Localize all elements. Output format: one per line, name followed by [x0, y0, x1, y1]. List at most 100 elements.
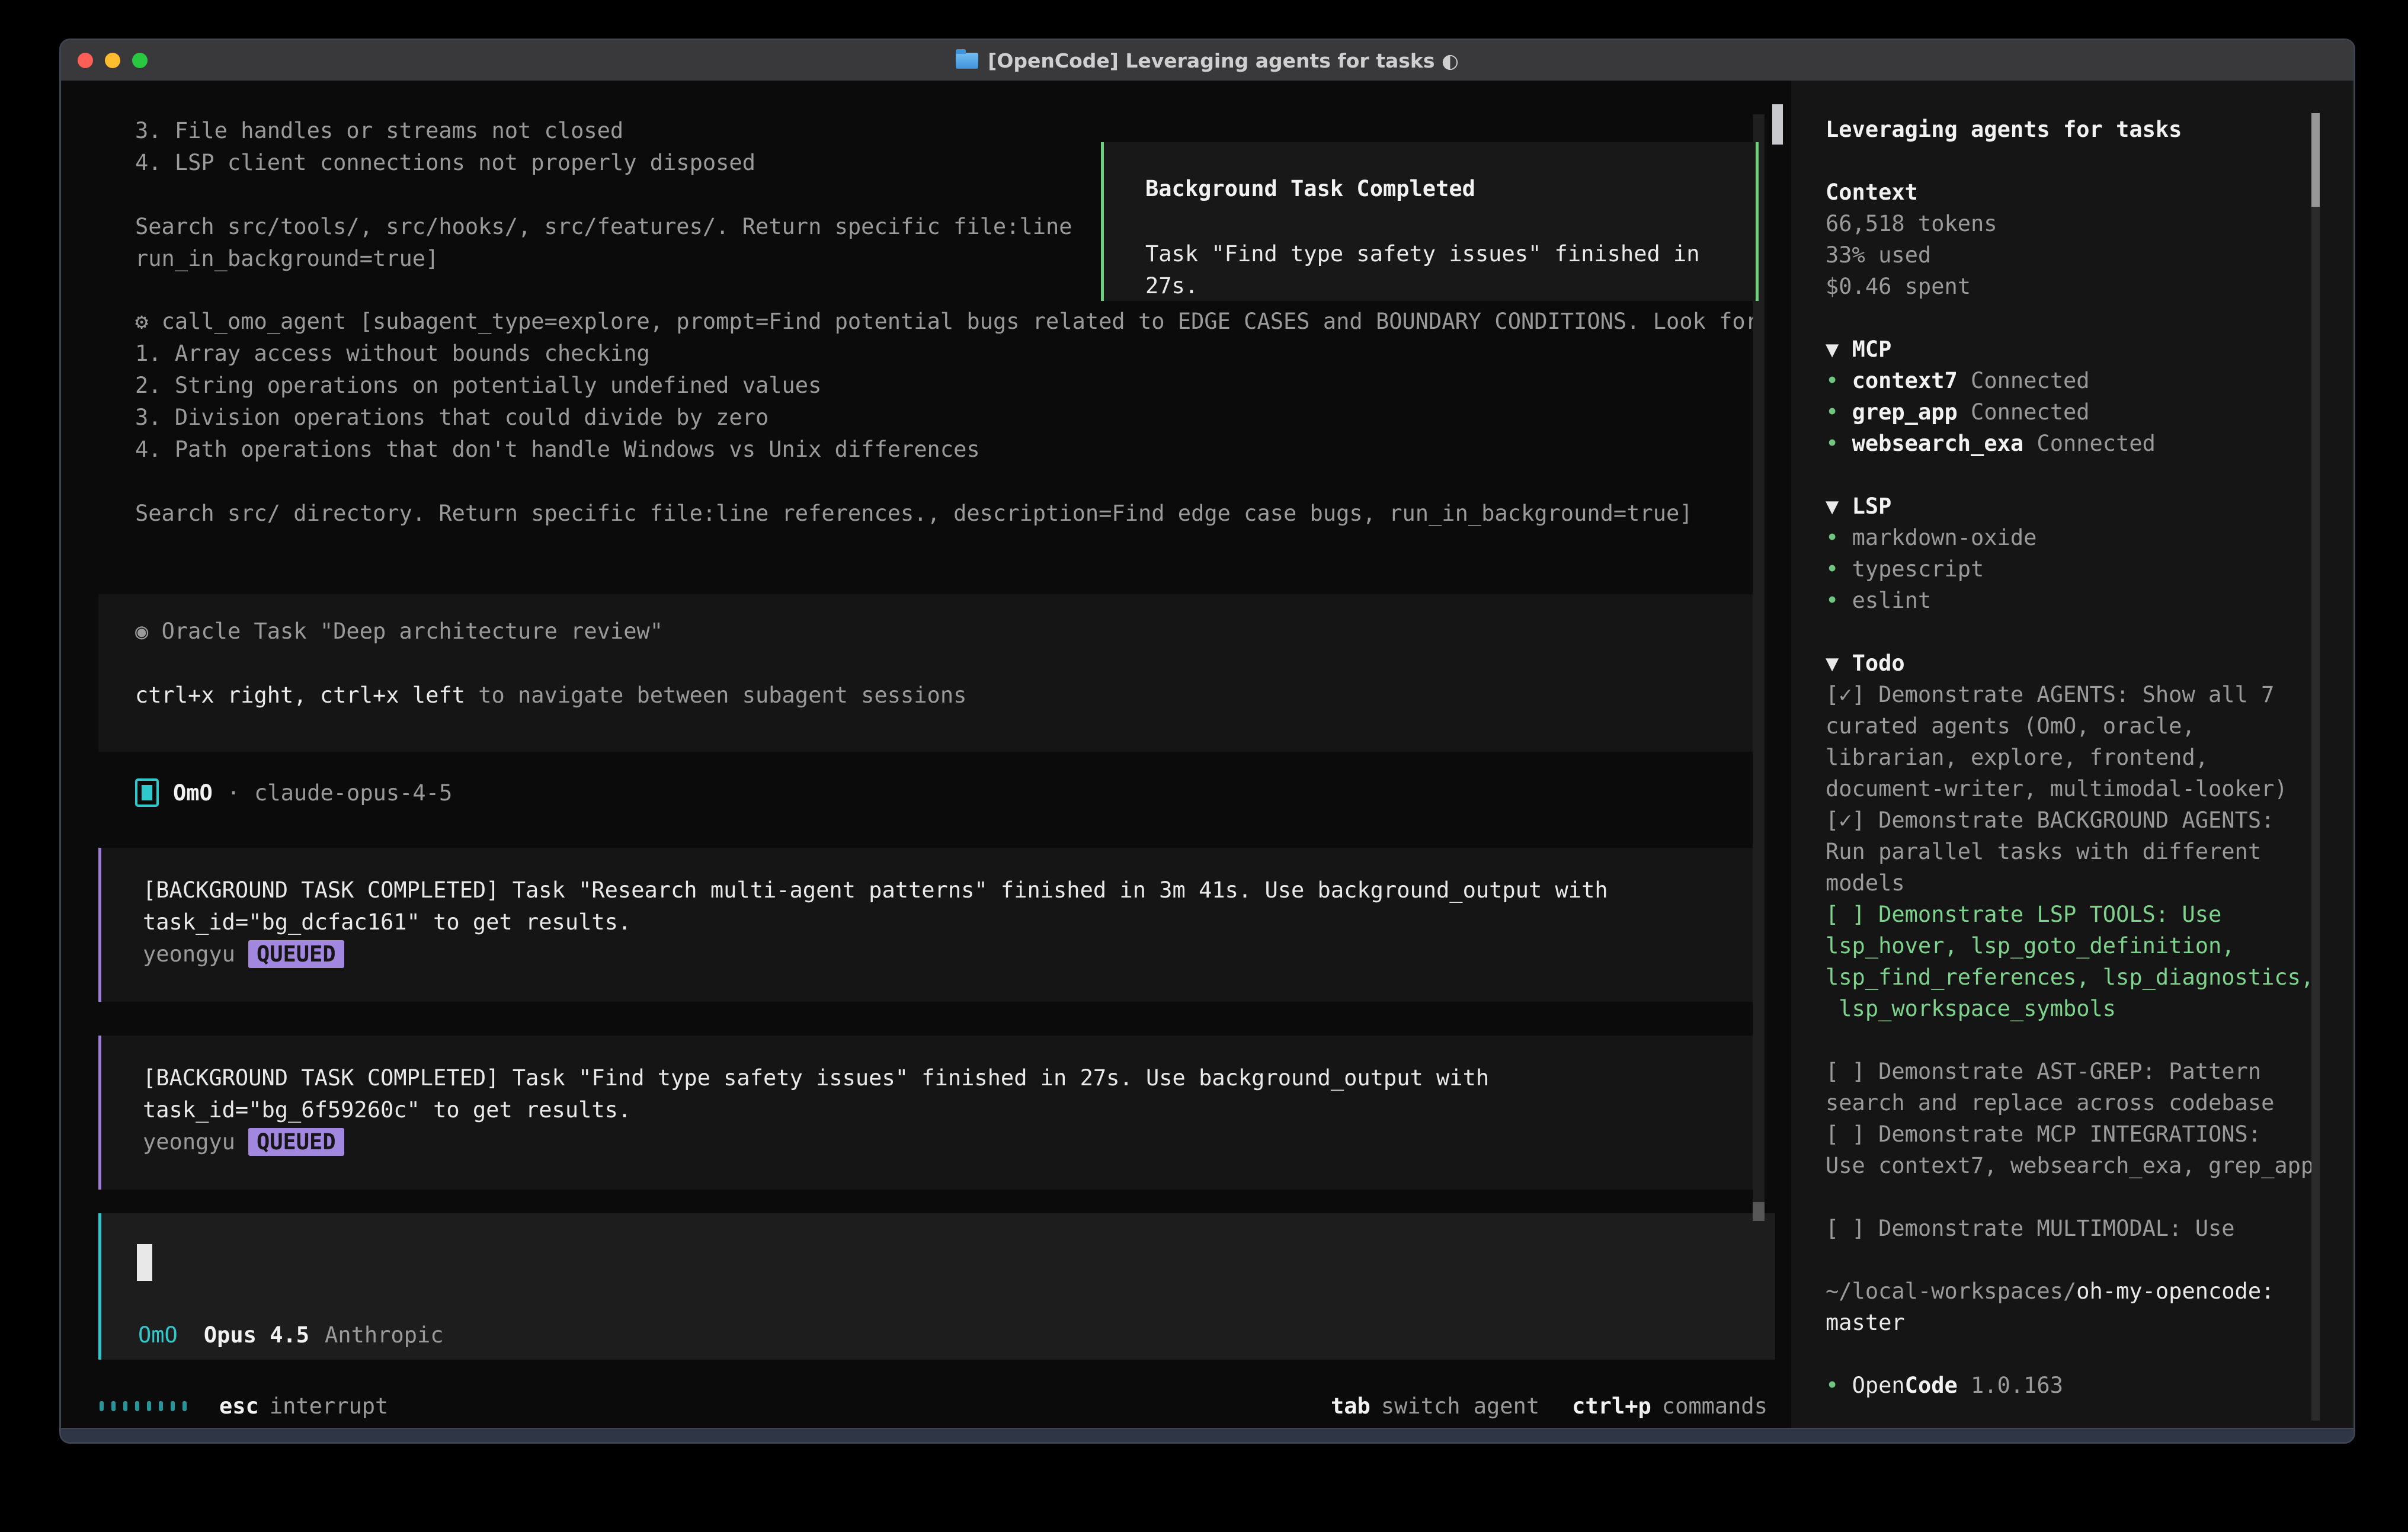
text-segment: [ ] Demonstrate AST-GREP: Pattern — [1826, 1059, 2261, 1084]
ctrlp-key-label: commands — [1662, 1393, 1767, 1419]
text-segment: 3. File handles or streams not closed — [135, 118, 623, 143]
lsp-line: • typescript — [1826, 553, 2300, 585]
app-version: • OpenCode 1.0.163 — [1826, 1370, 2300, 1401]
toast-notification[interactable]: Background Task Completed Task "Find typ… — [1101, 142, 1759, 301]
terminal-line: 3. Division operations that could divide… — [135, 402, 1759, 434]
lsp-line: ▼ LSP — [1826, 491, 2300, 522]
agent-name: OmO — [173, 780, 213, 806]
todo-line: [✓] Demonstrate BACKGROUND AGENTS: — [1826, 805, 2300, 836]
text-segment: document-writer, multimodal-looker) — [1826, 776, 2288, 802]
text-segment: grep_app — [1852, 399, 1958, 425]
workspace-path: ~/local-workspaces/oh-my-opencode:master — [1826, 1275, 2300, 1338]
conversation-scrollbar-thumb[interactable] — [1753, 1202, 1765, 1221]
queued-badge: QUEUED — [248, 940, 344, 968]
main-scrollbar-thumb[interactable] — [1772, 104, 1783, 145]
context-line: 33% used — [1826, 239, 2300, 271]
oracle-line: ctrl+x right, ctrl+x left to navigate be… — [135, 680, 1757, 711]
input-provider-name: Anthropic — [325, 1322, 443, 1348]
todo-line: document-writer, multimodal-looker) — [1826, 773, 2300, 805]
activity-dots-icon — [100, 1401, 187, 1411]
text-segment: MCP — [1852, 336, 1892, 362]
todo-section[interactable]: ▼ Todo[✓] Demonstrate AGENTS: Show all 7… — [1826, 648, 2300, 1244]
text-segment: call_omo_agent [subagent_type=explore, p… — [162, 309, 1759, 334]
status-dot-icon: • — [1826, 1373, 1852, 1398]
sidebar-title-line: Leveraging agents for tasks — [1826, 114, 2300, 145]
text-segment: typescript — [1852, 556, 1984, 582]
text-segment: [✓] Demonstrate BACKGROUND AGENTS: — [1826, 807, 2274, 833]
text-segment: ~/local-workspaces/ — [1826, 1278, 2076, 1304]
text-segment: Use context7, websearch_exa, grep_app — [1826, 1153, 2314, 1178]
text-segment: to navigate between subagent sessions — [465, 682, 966, 708]
terminal-line: 3. File handles or streams not closed — [135, 115, 1072, 147]
terminal-line: ⚙ call_omo_agent [subagent_type=explore,… — [135, 306, 1759, 338]
text-segment: oh-my-opencode: — [2076, 1278, 2274, 1304]
window-title: [OpenCode] Leveraging agents for tasks ◐ — [988, 49, 1459, 72]
text-segment: run_in_background=true] — [135, 246, 438, 271]
collapse-triangle-icon: ▼ — [1826, 493, 1852, 519]
ctrlp-key-hint: ctrl+p — [1572, 1393, 1651, 1419]
queued-badge: QUEUED — [248, 1128, 344, 1156]
text-segment: Run parallel tasks with different — [1826, 839, 2261, 864]
close-button[interactable] — [78, 53, 93, 68]
sidebar: Leveraging agents for tasks Context66,51… — [1791, 81, 2353, 1432]
text-segment: Leveraging agents for tasks — [1826, 117, 2182, 142]
status-dot-icon: • — [1826, 588, 1852, 613]
workspace-line: ~/local-workspaces/oh-my-opencode: — [1826, 1275, 2300, 1307]
mcp-line: ▼ MCP — [1826, 334, 2300, 365]
zoom-button[interactable] — [132, 53, 148, 68]
oracle-line: ◉ Oracle Task "Deep architecture review" — [135, 616, 1757, 648]
text-segment: librarian, explore, frontend, — [1826, 745, 2208, 770]
window-title-group: [OpenCode] Leveraging agents for tasks ◐ — [956, 49, 1459, 72]
todo-line: librarian, explore, frontend, — [1826, 742, 2300, 773]
toast-body: Task "Find type safety issues" finished … — [1145, 238, 1756, 302]
lsp-line: • eslint — [1826, 585, 2300, 616]
commands-hint: ctrl+p commands — [1572, 1393, 1767, 1419]
message-line: yeongyuQUEUED — [143, 1126, 1757, 1158]
todo-line: [ ] Demonstrate MCP INTEGRATIONS: — [1826, 1118, 2300, 1150]
text-segment: [✓] Demonstrate AGENTS: Show all 7 — [1826, 682, 2274, 707]
toast-title: Background Task Completed — [1145, 173, 1756, 205]
text-segment: LSP — [1852, 493, 1892, 519]
todo-line: Use context7, websearch_exa, grep_app — [1826, 1150, 2300, 1181]
message-line: [BACKGROUND TASK COMPLETED] Task "Resear… — [143, 874, 1757, 906]
mcp-section[interactable]: ▼ MCP• context7 Connected• grep_app Conn… — [1826, 334, 2300, 459]
prompt-input[interactable]: OmO Opus 4.5 Anthropic — [98, 1213, 1775, 1360]
text-segment: [ ] Demonstrate LSP TOOLS: Use — [1826, 902, 2221, 927]
message-line: yeongyuQUEUED — [143, 938, 1757, 970]
text-segment: lsp_workspace_symbols — [1826, 996, 2116, 1021]
text-segment — [1826, 1027, 1839, 1053]
text-segment — [1826, 1184, 1839, 1210]
lsp-section[interactable]: ▼ LSP• markdown-oxide• typescript• eslin… — [1826, 491, 2300, 616]
todo-line: [ ] Demonstrate MULTIMODAL: Use — [1826, 1213, 2300, 1244]
text-segment: Connected — [1958, 399, 2090, 425]
text-segment: models — [1826, 870, 1905, 896]
gear-icon: ⚙ — [135, 309, 162, 334]
version-line: • OpenCode 1.0.163 — [1826, 1370, 2300, 1401]
terminal-line: Search src/tools/, src/hooks/, src/featu… — [135, 211, 1072, 243]
text-segment: Connected — [1958, 368, 2090, 393]
todo-line: lsp_hover, lsp_goto_definition, — [1826, 930, 2300, 961]
context-line: $0.46 spent — [1826, 271, 2300, 302]
collapse-triangle-icon: ▼ — [1826, 650, 1852, 676]
text-segment: 33% used — [1826, 242, 1931, 268]
terminal-line: 2. String operations on potentially unde… — [135, 370, 1759, 402]
text-segment: Oracle Task "Deep architecture review" — [162, 618, 663, 644]
text-segment: eslint — [1852, 588, 1932, 613]
titlebar: [OpenCode] Leveraging agents for tasks ◐ — [61, 40, 2353, 81]
oracle-task-box[interactable]: ◉ Oracle Task "Deep architecture review"… — [98, 594, 1757, 752]
sidebar-scrollbar-thumb[interactable] — [2311, 113, 2320, 207]
session-title: Leveraging agents for tasks — [1826, 114, 2300, 145]
minimize-button[interactable] — [105, 53, 120, 68]
text-segment — [135, 469, 148, 494]
todo-line: [ ] Demonstrate LSP TOOLS: Use — [1826, 899, 2300, 930]
context-line: Context — [1826, 177, 2300, 208]
terminal-line: run_in_background=true] — [135, 243, 1072, 275]
text-segment: Code — [1905, 1373, 1958, 1398]
text-segment: 2. String operations on potentially unde… — [135, 373, 821, 398]
status-dot-icon: • — [1826, 556, 1852, 582]
background-task-message: [BACKGROUND TASK COMPLETED] Task "Find t… — [98, 1036, 1757, 1190]
sidebar-scrollbar[interactable] — [2311, 113, 2320, 1421]
text-segment: 4. LSP client connections not properly d… — [135, 150, 755, 175]
app-window: [OpenCode] Leveraging agents for tasks ◐… — [59, 39, 2355, 1444]
text-segment: Search src/ directory. Return specific f… — [135, 501, 1693, 526]
